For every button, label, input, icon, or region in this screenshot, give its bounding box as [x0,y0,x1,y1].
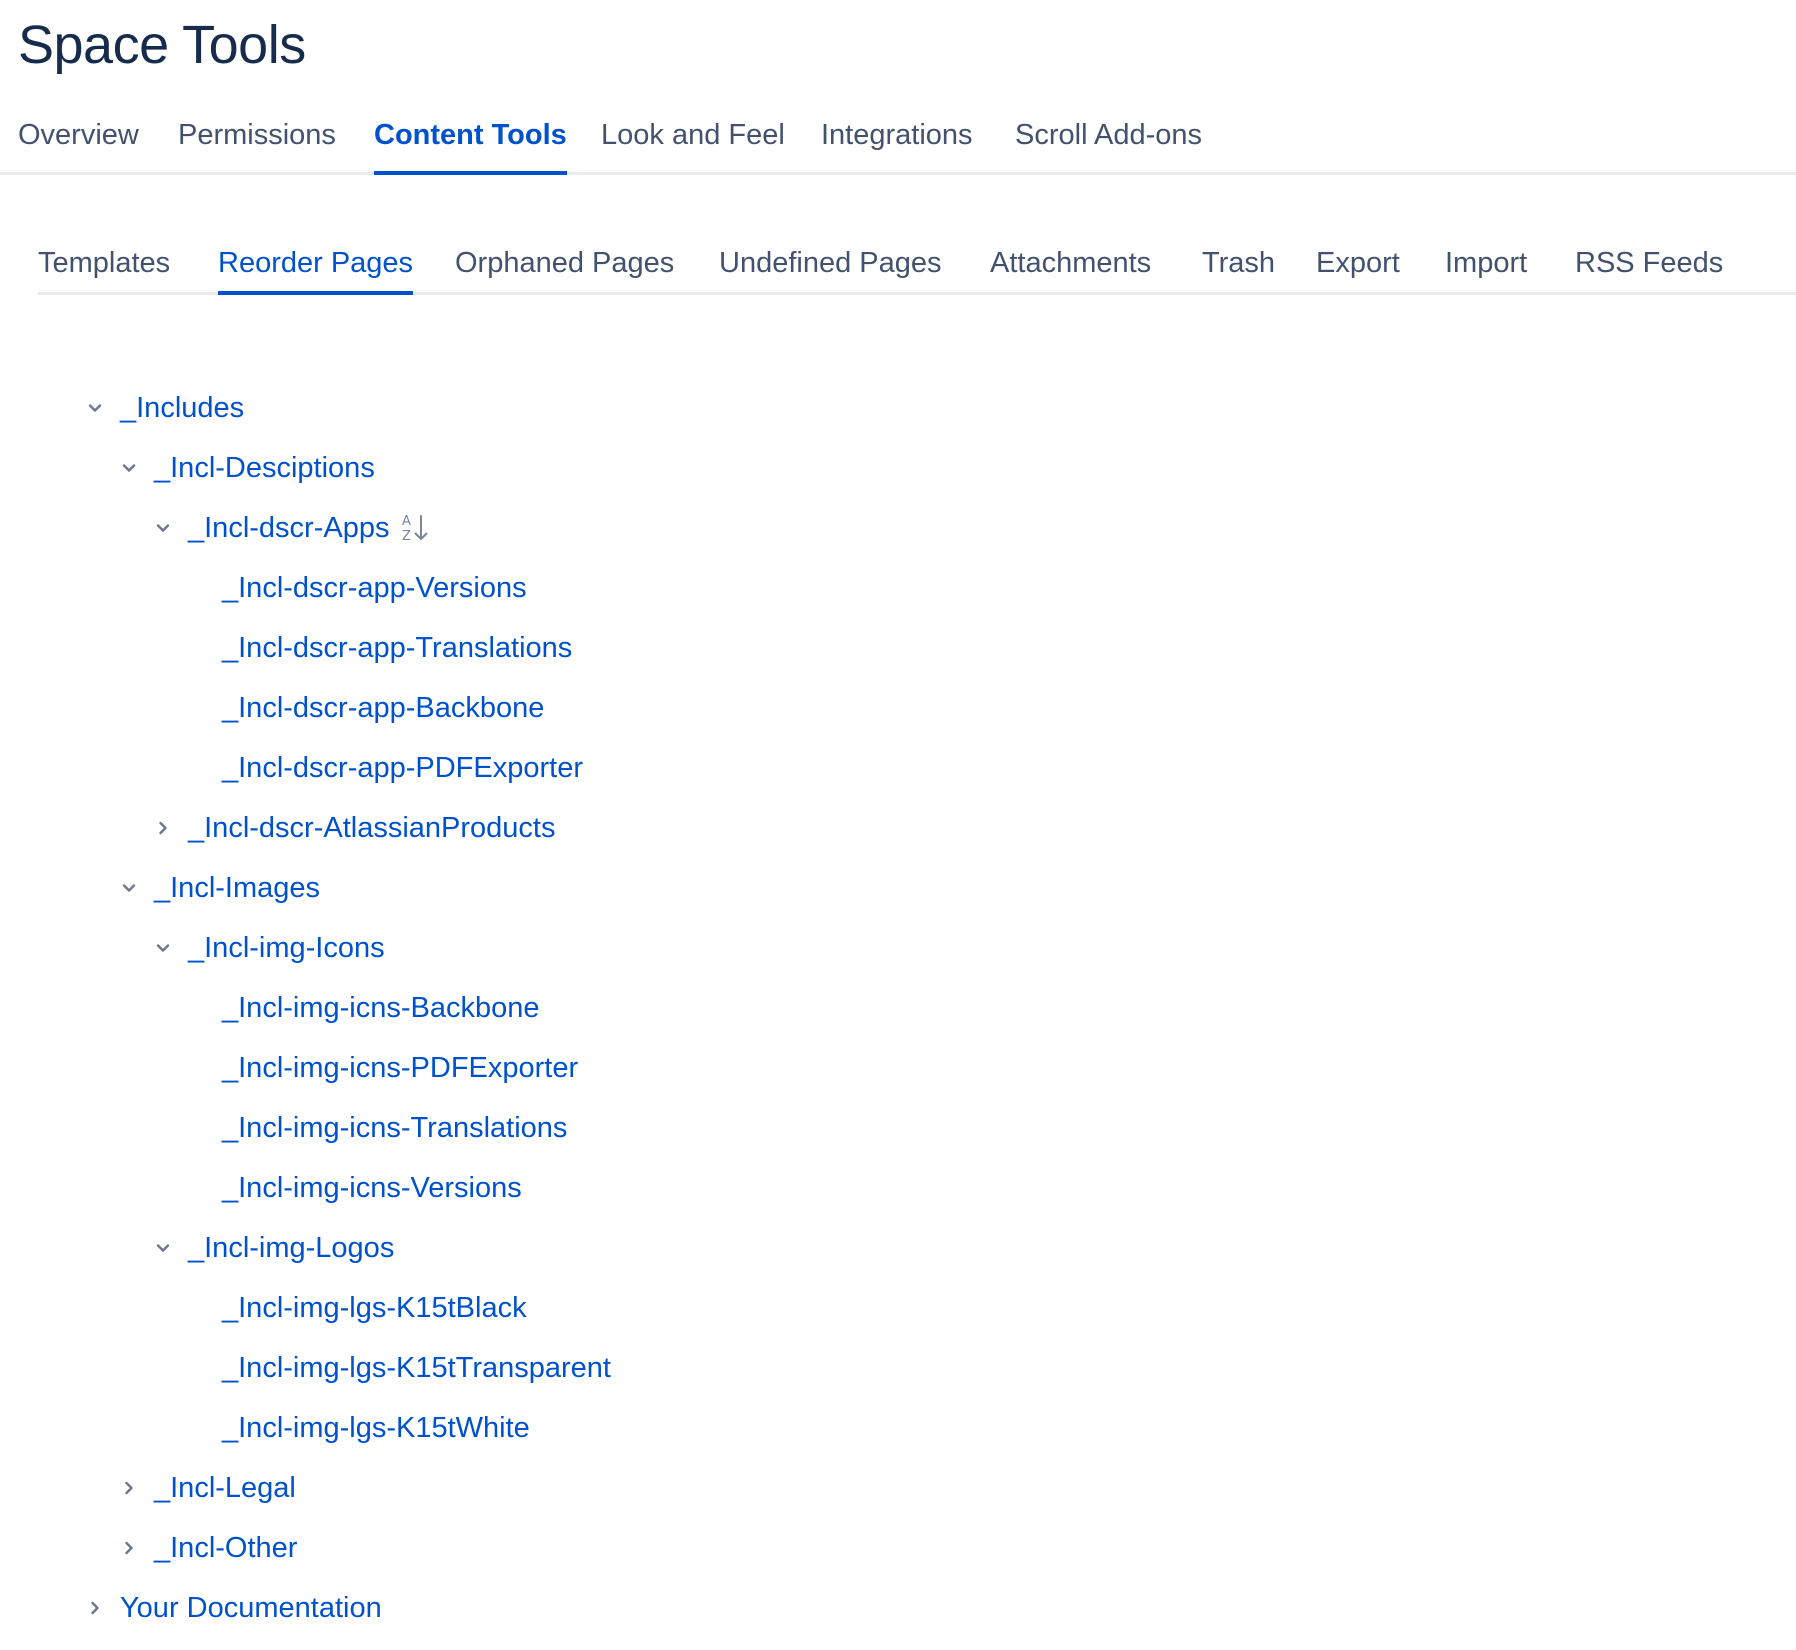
subtab-undefined-pages[interactable]: Undefined Pages [719,236,942,292]
tree-item[interactable]: _Incl-img-icns-PDFExporter [186,1038,578,1098]
tree-item[interactable]: _Incl-dscr-Apps A Z [152,498,431,558]
chevron-right-icon[interactable] [118,1537,140,1559]
tab-permissions[interactable]: Permissions [178,108,336,172]
tree-item[interactable]: _Incl-img-lgs-K15tBlack [186,1278,527,1338]
tree-item[interactable]: _Incl-img-icns-Backbone [186,978,540,1038]
tree-item-link[interactable]: Your Documentation [120,1592,382,1625]
svg-text:A: A [402,514,411,529]
subtab-orphaned-pages[interactable]: Orphaned Pages [455,236,674,292]
tree-item[interactable]: Your Documentation [84,1578,382,1638]
chevron-down-icon[interactable] [152,517,174,539]
tree-item[interactable]: _Incl-dscr-app-PDFExporter [186,738,583,798]
chevron-down-icon[interactable] [118,877,140,899]
tree-item[interactable]: _Incl-Desciptions [118,438,375,498]
tab-content-tools[interactable]: Content Tools [374,108,567,175]
svg-text:Z: Z [402,529,411,544]
chevron-down-icon[interactable] [152,1237,174,1259]
secondary-tabs: Templates Reorder Pages Orphaned Pages U… [38,236,1796,295]
tree-item-link[interactable]: _Incl-img-lgs-K15tTransparent [222,1352,611,1385]
subtab-rss-feeds[interactable]: RSS Feeds [1575,236,1723,292]
subtab-attachments[interactable]: Attachments [990,236,1151,292]
tree-item-link[interactable]: _Incl-img-Icons [188,932,385,965]
tree-item[interactable]: _Incl-dscr-app-Versions [186,558,527,618]
chevron-down-icon[interactable] [152,937,174,959]
tree-item[interactable]: _Incl-img-icns-Versions [186,1158,522,1218]
tree-item-link[interactable]: _Incl-Images [154,872,320,905]
tree-item[interactable]: _Incl-img-Icons [152,918,385,978]
tree-item-link[interactable]: _Includes [120,392,244,425]
chevron-down-icon[interactable] [84,397,106,419]
tab-scroll-add-ons[interactable]: Scroll Add-ons [1015,108,1202,172]
tree-item[interactable]: _Incl-dscr-app-Translations [186,618,572,678]
chevron-right-icon[interactable] [118,1477,140,1499]
chevron-right-icon[interactable] [152,817,174,839]
tree-item[interactable]: _Incl-img-Logos [152,1218,394,1278]
tree-item-link[interactable]: _Incl-dscr-app-Backbone [222,692,544,725]
tab-integrations[interactable]: Integrations [821,108,973,172]
tree-item-link[interactable]: _Incl-dscr-AtlassianProducts [188,812,555,845]
tree-item[interactable]: _Incl-dscr-app-Backbone [186,678,544,738]
tree-item[interactable]: _Incl-dscr-AtlassianProducts [152,798,555,858]
subtab-trash[interactable]: Trash [1202,236,1275,292]
subtab-reorder-pages[interactable]: Reorder Pages [218,236,414,295]
tree-item[interactable]: _Incl-img-lgs-K15tWhite [186,1398,530,1458]
tree-item-link[interactable]: _Incl-img-icns-PDFExporter [222,1052,578,1085]
subtab-export[interactable]: Export [1316,236,1400,292]
tree-item[interactable]: _Incl-Other [118,1518,297,1578]
tree-item-link[interactable]: _Incl-dscr-Apps [188,512,389,545]
tree-item[interactable]: _Incl-img-icns-Translations [186,1098,567,1158]
tree-item-link[interactable]: _Incl-img-Logos [188,1232,394,1265]
tree-item-link[interactable]: _Incl-img-icns-Translations [222,1112,567,1145]
primary-tabs: Overview Permissions Content Tools Look … [0,108,1796,175]
tree-item[interactable]: _Incl-Legal [118,1458,296,1518]
tree-item-link[interactable]: _Incl-img-icns-Versions [222,1172,522,1205]
tree-item[interactable]: _Includes [84,378,244,438]
subtab-templates[interactable]: Templates [38,236,170,292]
sort-alpha-icon[interactable]: AZ [401,512,431,544]
tree-item[interactable]: _Incl-img-lgs-K15tTransparent [186,1338,611,1398]
tab-overview[interactable]: Overview [18,108,139,172]
tree-item-link[interactable]: _Incl-img-icns-Backbone [222,992,540,1025]
tree-item-link[interactable]: _Incl-img-lgs-K15tWhite [222,1412,530,1445]
subtab-import[interactable]: Import [1445,236,1527,292]
tree-item-link[interactable]: _Incl-img-lgs-K15tBlack [222,1292,527,1325]
tree-item-link[interactable]: _Incl-dscr-app-PDFExporter [222,752,583,785]
tree-item-link[interactable]: _Incl-Desciptions [154,452,375,485]
tree-item-link[interactable]: _Incl-Legal [154,1472,296,1505]
chevron-right-icon[interactable] [84,1597,106,1619]
tree-item[interactable]: _Incl-Images [118,858,320,918]
tree-item-link[interactable]: _Incl-dscr-app-Versions [222,572,527,605]
tab-look-and-feel[interactable]: Look and Feel [601,108,785,172]
tree-item-link[interactable]: _Incl-dscr-app-Translations [222,632,572,665]
page-title: Space Tools [18,15,306,75]
tree-item-link[interactable]: _Incl-Other [154,1532,297,1565]
chevron-down-icon[interactable] [118,457,140,479]
